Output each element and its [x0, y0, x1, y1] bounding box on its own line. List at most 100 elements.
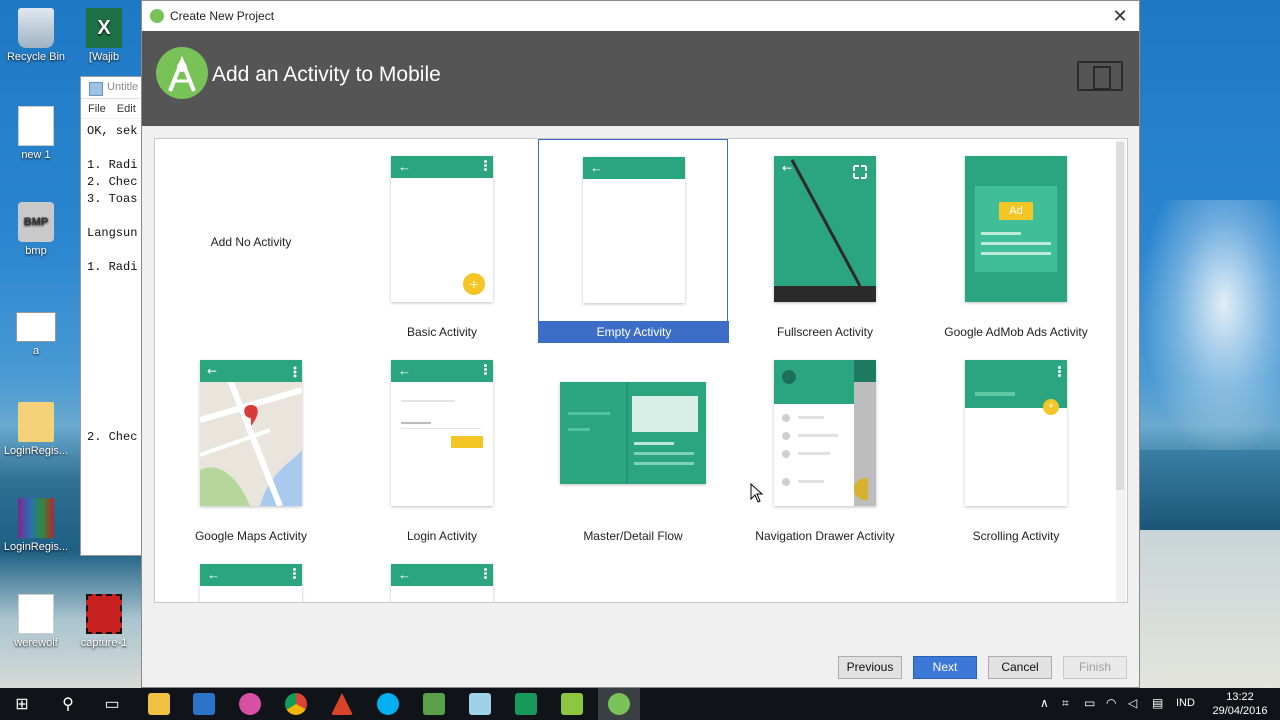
notepad-taskbar-icon[interactable]: [469, 693, 491, 715]
template-basic-activity[interactable]: ← + Basic Activity: [347, 139, 537, 343]
template-label: Basic Activity: [406, 325, 478, 339]
skype-icon[interactable]: [377, 693, 399, 715]
desktop-icon-new1[interactable]: new 1: [0, 106, 72, 161]
ad-badge: Ad: [999, 202, 1033, 220]
desktop-icon-label: bmp: [25, 245, 47, 257]
desktop-icon-label: new 1: [21, 149, 51, 161]
fab-icon: +: [463, 273, 485, 295]
template-preview: Ad: [965, 156, 1067, 302]
dialog-header: Add an Activity to Mobile: [142, 31, 1139, 126]
menu-file[interactable]: File: [88, 103, 106, 115]
scrollbar-thumb[interactable]: [1116, 142, 1124, 490]
android-studio-icon: [150, 9, 164, 23]
template-scrolling-activity[interactable]: + Scrolling Activity: [921, 343, 1111, 547]
overflow-menu-icon: [293, 568, 296, 580]
svg-text:←: ←: [782, 161, 792, 175]
active-taskbar-item[interactable]: [598, 688, 640, 720]
template-preview: [560, 382, 706, 484]
desktop-icon-excel[interactable]: X [Wajib: [68, 8, 140, 63]
page-heading: Add an Activity to Mobile: [212, 63, 441, 86]
wallpaper-sea: [1140, 450, 1280, 530]
clock[interactable]: 13:22 29/04/2016: [1212, 690, 1268, 720]
desktop-icon-folder[interactable]: LoginRegis...: [0, 402, 72, 457]
back-arrow-icon: ←: [398, 159, 411, 174]
mouse-cursor-icon: [750, 483, 764, 503]
template-login-activity[interactable]: ← Login Activity: [347, 343, 537, 547]
template-preview: ←: [200, 360, 302, 506]
desktop-icon-werewolf[interactable]: werewolf: [0, 594, 72, 649]
template-preview: ←: [774, 156, 876, 302]
finish-button[interactable]: Finish: [1063, 656, 1127, 679]
itunes-icon[interactable]: [239, 693, 261, 715]
recycle-bin-icon: [18, 8, 54, 48]
template-label: Google Maps Activity: [194, 529, 308, 543]
search-icon[interactable]: ⚲: [57, 694, 79, 714]
cancel-button[interactable]: Cancel: [988, 656, 1052, 679]
android-studio-taskbar-icon: [608, 693, 630, 715]
template-add-no-activity[interactable]: Add No Activity: [156, 139, 346, 343]
desktop-icon-label: [Wajib: [88, 51, 120, 63]
volume-tray-icon[interactable]: ◁: [1128, 696, 1137, 720]
chrome-icon[interactable]: [285, 693, 307, 715]
dialog-titlebar[interactable]: Create New Project ✕: [142, 1, 1139, 31]
template-label: Navigation Drawer Activity: [755, 529, 895, 543]
store-icon[interactable]: [193, 693, 215, 715]
desktop-icon-rar[interactable]: LoginRegis...: [0, 498, 72, 553]
fab-icon: +: [1043, 399, 1059, 415]
image-file-icon: [16, 312, 56, 342]
template-label: Master/Detail Flow: [583, 529, 683, 543]
template-empty-activity[interactable]: ← Empty Activity: [538, 139, 729, 343]
battery-tray-icon[interactable]: ▭: [1084, 696, 1095, 720]
tray-chevron-icon[interactable]: ∧: [1040, 696, 1049, 720]
layers-app-icon[interactable]: [561, 693, 583, 715]
notepadpp-icon[interactable]: [423, 693, 445, 715]
file-explorer-icon[interactable]: [148, 693, 170, 715]
desktop-icon-a[interactable]: a: [0, 312, 72, 357]
gallery-scrollbar[interactable]: [1116, 140, 1126, 602]
template-google-maps-activity[interactable]: ← Google Maps Activity: [156, 343, 346, 547]
template-partial-tile[interactable]: ←: [156, 547, 346, 602]
template-master-detail-flow[interactable]: Master/Detail Flow: [538, 343, 728, 547]
template-label: Empty Activity: [539, 321, 729, 343]
template-preview: ←: [391, 564, 493, 602]
template-partial-tile[interactable]: ←: [347, 547, 537, 602]
video-file-icon: [86, 594, 122, 634]
device-form-factor-icon: [1077, 61, 1123, 91]
map-preview-art: ←: [200, 360, 302, 506]
template-preview: [774, 360, 876, 506]
notepad-window[interactable]: Untitle File Edit OK, sek 1. Radi 2. Che…: [80, 76, 150, 556]
camtasia-icon[interactable]: [515, 693, 537, 715]
app-bar: ←: [391, 360, 493, 382]
template-preview: ← +: [391, 156, 493, 302]
template-navigation-drawer-activity[interactable]: Navigation Drawer Activity: [730, 343, 920, 547]
desktop-icon-bmp[interactable]: BMP bmp: [0, 202, 72, 257]
next-button[interactable]: Next: [913, 656, 977, 679]
template-preview: +: [965, 360, 1067, 506]
activity-template-gallery[interactable]: Add No Activity ← + Basic Activity ← Emp…: [154, 138, 1128, 603]
wifi-tray-icon[interactable]: ◠: [1106, 696, 1116, 720]
template-label: Google AdMob Ads Activity: [944, 325, 1088, 339]
overflow-menu-icon: [484, 568, 487, 580]
template-admob-activity[interactable]: Ad Google AdMob Ads Activity: [921, 139, 1111, 343]
close-icon[interactable]: ✕: [1107, 4, 1133, 28]
dialog-title: Create New Project: [170, 9, 275, 23]
excel-file-icon: X: [86, 8, 122, 48]
desktop-icon-label: LoginRegis...: [3, 445, 69, 457]
input-language[interactable]: IND: [1176, 697, 1195, 720]
desktop-icon-label: capture-1: [80, 637, 128, 649]
menu-edit[interactable]: Edit: [117, 103, 136, 115]
task-view-icon[interactable]: ▭: [101, 694, 123, 714]
app-bar: ←: [583, 157, 685, 179]
desktop-icon-recycle-bin[interactable]: Recycle Bin: [0, 8, 72, 63]
template-fullscreen-activity[interactable]: ← Fullscreen Activity: [730, 139, 920, 343]
notepad-text[interactable]: OK, sek 1. Radi 2. Chec 3. Toas Langsun …: [81, 119, 149, 446]
app-icon[interactable]: [331, 693, 353, 715]
desktop-icon-label: Recycle Bin: [6, 51, 66, 63]
desktop-icon-label: a: [32, 345, 40, 357]
windows-start-icon[interactable]: ⊞: [11, 694, 33, 714]
desktop-icon-capture[interactable]: capture-1: [68, 594, 140, 649]
notification-tray-icon[interactable]: ▤: [1152, 696, 1163, 720]
previous-button[interactable]: Previous: [838, 656, 902, 679]
template-label: Login Activity: [406, 529, 478, 543]
network-tray-icon[interactable]: ⌗: [1062, 696, 1069, 720]
